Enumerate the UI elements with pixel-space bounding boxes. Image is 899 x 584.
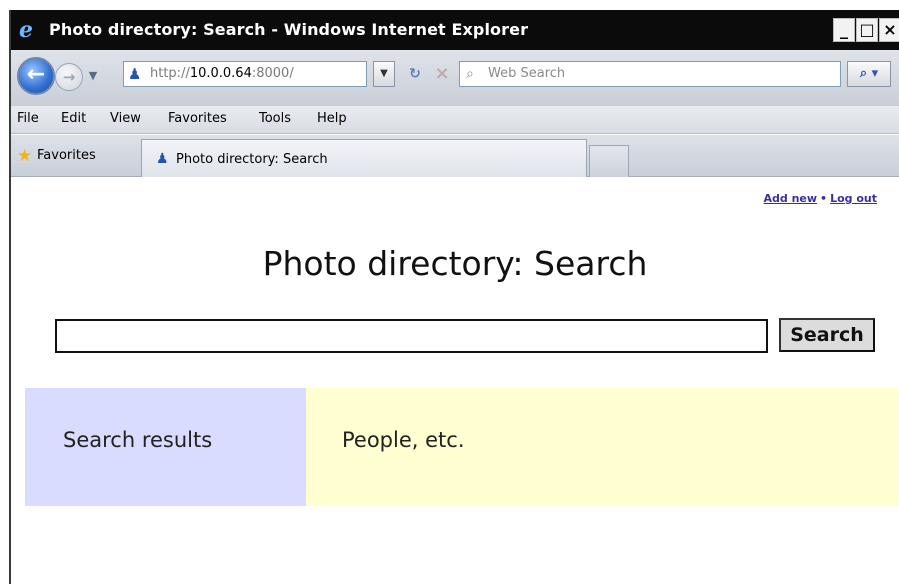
address-url: http://10.0.0.64:8000/: [150, 66, 294, 81]
window-title: Photo directory: Search - Windows Intern…: [49, 20, 529, 39]
minimize-button[interactable]: _: [833, 18, 855, 42]
star-icon: ★: [17, 146, 33, 166]
search-icon: ⌕: [859, 66, 868, 81]
web-search-input[interactable]: ⌕ Web Search: [459, 61, 841, 87]
search-results-panel: Search results: [25, 388, 306, 506]
people-panel: People, etc.: [306, 388, 899, 506]
web-search-placeholder: Web Search: [488, 66, 566, 81]
search-button[interactable]: Search: [779, 318, 875, 352]
address-dropdown-button[interactable]: ▼: [373, 61, 395, 87]
search-input[interactable]: [55, 319, 768, 353]
address-toolbar: ← → ▼ ♟ http://10.0.0.64:8000/ ▼ ↻ × ⌕ W…: [11, 50, 899, 106]
refresh-icon: ↻: [409, 66, 421, 82]
link-separator: •: [820, 192, 828, 205]
page-content: Add new • Log out Photo directory: Search …: [11, 178, 899, 584]
menu-file[interactable]: File: [17, 111, 39, 126]
menu-edit[interactable]: Edit: [61, 111, 86, 126]
ie-logo-icon: e: [19, 17, 33, 43]
url-prefix: http://: [150, 66, 190, 81]
close-button[interactable]: ×: [879, 18, 899, 42]
stop-icon: ×: [434, 63, 450, 84]
forward-button[interactable]: →: [55, 63, 83, 91]
menu-bar: File Edit View Favorites Tools Help: [11, 106, 899, 134]
new-tab-button[interactable]: [589, 145, 629, 177]
forward-arrow-icon: →: [62, 68, 76, 86]
search-results-label: Search results: [63, 428, 213, 452]
person-icon: ♟: [128, 65, 142, 83]
top-links: Add new • Log out: [764, 192, 878, 205]
log-out-link[interactable]: Log out: [830, 192, 877, 205]
browser-window: e Photo directory: Search - Windows Inte…: [9, 10, 899, 584]
refresh-button[interactable]: ↻: [403, 63, 427, 85]
stop-button[interactable]: ×: [431, 62, 453, 86]
favorites-button[interactable]: Favorites: [37, 148, 96, 163]
page-title: Photo directory: Search: [262, 244, 648, 283]
back-arrow-icon: ←: [26, 62, 46, 87]
back-button[interactable]: ←: [17, 57, 55, 95]
title-bar: e Photo directory: Search - Windows Inte…: [11, 10, 899, 50]
tab-label: Photo directory: Search: [176, 152, 328, 167]
menu-help[interactable]: Help: [317, 111, 347, 126]
url-host: 10.0.0.64: [189, 66, 252, 81]
add-new-link[interactable]: Add new: [764, 192, 818, 205]
menu-view[interactable]: View: [110, 111, 141, 126]
menu-favorites[interactable]: Favorites: [168, 111, 227, 126]
chevron-down-icon: ▼: [380, 68, 388, 79]
favorites-bar: ★ Favorites ♟ Photo directory: Search: [11, 135, 899, 177]
tab-photo-directory[interactable]: ♟ Photo directory: Search: [141, 139, 587, 177]
web-search-button[interactable]: ⌕ ▾: [847, 61, 891, 87]
menu-tools[interactable]: Tools: [259, 111, 291, 126]
recent-pages-dropdown[interactable]: ▼: [86, 67, 100, 85]
people-label: People, etc.: [342, 428, 465, 452]
person-icon: ♟: [156, 151, 169, 167]
address-input[interactable]: ♟ http://10.0.0.64:8000/: [123, 61, 367, 87]
maximize-button[interactable]: □: [856, 18, 878, 42]
url-suffix: :8000/: [251, 66, 294, 81]
magnifier-icon: ⌕: [466, 66, 474, 82]
